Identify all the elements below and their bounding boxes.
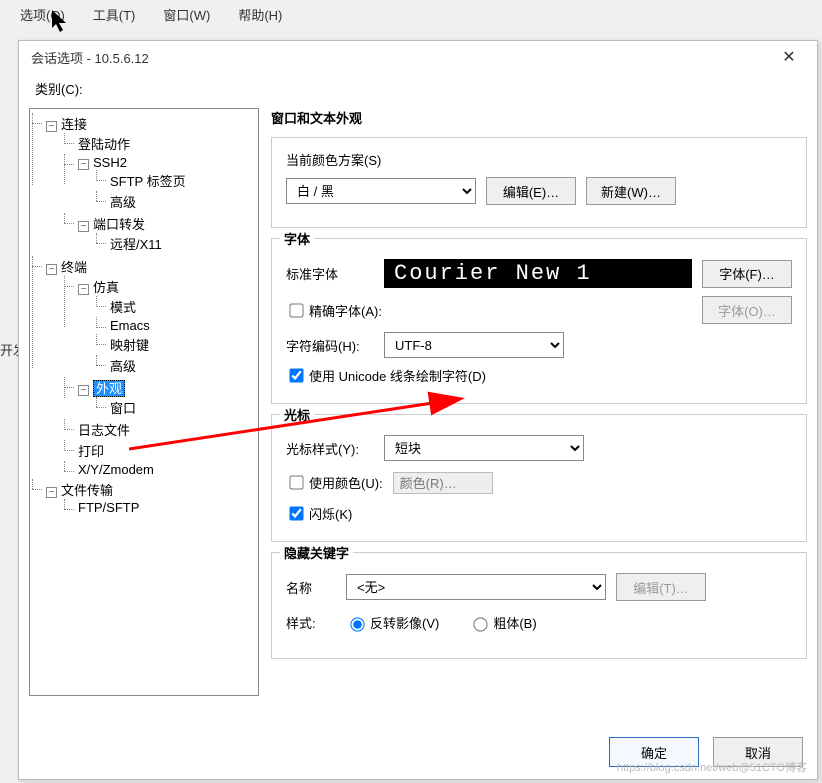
scheme-select[interactable]: 白 / 黑: [286, 178, 476, 204]
section-header: 窗口和文本外观: [271, 108, 807, 127]
font-group-legend: 字体: [280, 229, 314, 248]
menu-window[interactable]: 窗口(W): [163, 5, 210, 24]
bold-radio[interactable]: 粗体(B): [469, 613, 536, 632]
tree-logfile[interactable]: 日志文件: [78, 423, 130, 438]
color-scheme-group: 当前颜色方案(S) 白 / 黑 编辑(E)… 新建(W)…: [271, 137, 807, 228]
edit-scheme-button[interactable]: 编辑(E)…: [486, 177, 576, 205]
exact-font-checkbox[interactable]: 精确字体(A):: [286, 301, 382, 320]
use-color-checkbox[interactable]: 使用颜色(U):: [286, 473, 383, 492]
edit-t-button: 编辑(T)…: [616, 573, 706, 601]
expand-icon[interactable]: −: [78, 385, 89, 396]
category-tree[interactable]: −连接 登陆动作 −SSH2 SFTP 标签页 高级 −端口转发 远程/X11: [29, 108, 259, 696]
tree-adv1[interactable]: 高级: [110, 195, 136, 210]
use-unicode-checkbox[interactable]: 使用 Unicode 线条绘制字符(D): [286, 366, 792, 385]
cursor-style-select[interactable]: 短块: [384, 435, 584, 461]
titlebar: 会话选项 - 10.5.6.12 ✕: [19, 41, 817, 73]
font-button[interactable]: 字体(F)…: [702, 260, 792, 288]
name-select[interactable]: <无>: [346, 574, 606, 600]
blink-checkbox[interactable]: 闪烁(K): [286, 504, 792, 523]
tree-emacs[interactable]: Emacs: [110, 318, 150, 333]
new-scheme-button[interactable]: 新建(W)…: [586, 177, 676, 205]
close-icon[interactable]: ✕: [769, 47, 809, 67]
tree-login[interactable]: 登陆动作: [78, 137, 130, 152]
expand-icon[interactable]: −: [46, 487, 57, 498]
tree-mode[interactable]: 模式: [110, 300, 136, 315]
tree-portfwd[interactable]: 端口转发: [93, 217, 145, 232]
expand-icon[interactable]: −: [46, 264, 57, 275]
expand-icon[interactable]: −: [78, 159, 89, 170]
session-options-dialog: 会话选项 - 10.5.6.12 ✕ 类别(C): −连接 登陆动作 −SSH2…: [18, 40, 818, 780]
tree-mapkey[interactable]: 映射键: [110, 338, 149, 353]
dialog-title: 会话选项 - 10.5.6.12: [27, 48, 769, 67]
std-font-label: 标准字体: [286, 264, 374, 283]
menubar: 选项(O) 工具(T) 窗口(W) 帮助(H): [0, 0, 822, 28]
font-group: 字体 标准字体 Courier New 1 字体(F)… 精确字体(A): 字体…: [271, 238, 807, 404]
scheme-label: 当前颜色方案(S): [286, 150, 792, 169]
encoding-label: 字符编码(H):: [286, 336, 374, 355]
name-label: 名称: [286, 578, 336, 597]
cursor-group: 光标 光标样式(Y): 短块 使用颜色(U): 颜色(R)… 闪烁(K): [271, 414, 807, 542]
color-swatch: 颜色(R)…: [393, 472, 493, 494]
right-panel: 窗口和文本外观 当前颜色方案(S) 白 / 黑 编辑(E)… 新建(W)… 字体…: [271, 108, 807, 732]
font-preview: Courier New 1: [384, 259, 692, 288]
tree-conn[interactable]: 连接: [61, 117, 87, 132]
menu-help[interactable]: 帮助(H): [238, 5, 282, 24]
tree-remote-x11[interactable]: 远程/X11: [110, 237, 162, 252]
watermark: https://blog.csdn.net/web@51CTO博客: [617, 759, 807, 775]
tree-filetrans[interactable]: 文件传输: [61, 483, 113, 498]
expand-icon[interactable]: −: [46, 121, 57, 132]
hide-group-legend: 隐藏关键字: [280, 543, 353, 562]
tree-sftp-tab[interactable]: SFTP 标签页: [110, 174, 186, 189]
tree-emul[interactable]: 仿真: [93, 280, 119, 295]
menu-tools[interactable]: 工具(T): [93, 5, 136, 24]
tree-window[interactable]: 窗口: [110, 401, 136, 416]
font-o-button: 字体(O)…: [702, 296, 792, 324]
menu-options[interactable]: 选项(O): [20, 5, 65, 24]
cursor-group-legend: 光标: [280, 405, 314, 424]
hide-keyword-group: 隐藏关键字 名称 <无> 编辑(T)… 样式: 反转影像(V) 粗体(B): [271, 552, 807, 659]
tree-print[interactable]: 打印: [78, 444, 104, 459]
cursor-style-label: 光标样式(Y):: [286, 439, 374, 458]
tree-terminal[interactable]: 终端: [61, 260, 87, 275]
inverse-video-radio[interactable]: 反转影像(V): [346, 613, 439, 632]
expand-icon[interactable]: −: [78, 284, 89, 295]
encoding-select[interactable]: UTF-8: [384, 332, 564, 358]
style-label: 样式:: [286, 613, 336, 632]
tree-ftpsftp[interactable]: FTP/SFTP: [78, 500, 139, 515]
tree-adv2[interactable]: 高级: [110, 359, 136, 374]
expand-icon[interactable]: −: [78, 221, 89, 232]
tree-appearance[interactable]: 外观: [93, 380, 125, 397]
category-label: 类别(C):: [35, 79, 817, 98]
tree-xyz[interactable]: X/Y/Zmodem: [78, 462, 154, 477]
tree-ssh2[interactable]: SSH2: [93, 155, 127, 170]
